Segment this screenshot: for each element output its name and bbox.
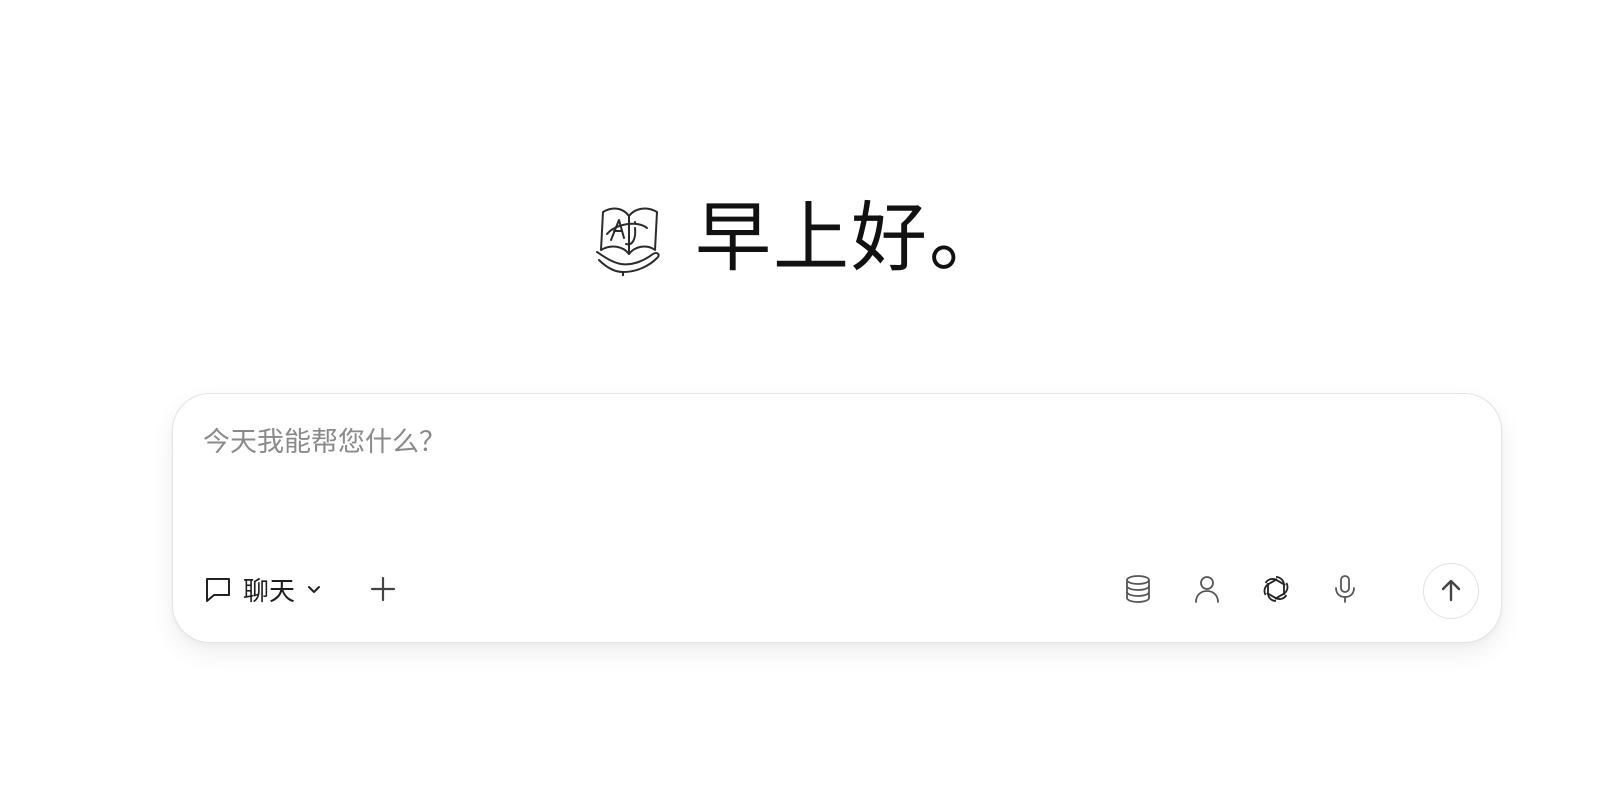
- persona-button[interactable]: [1187, 569, 1227, 609]
- add-attachment-button[interactable]: [363, 569, 403, 609]
- app-page: 早上好。 聊天: [0, 0, 1600, 806]
- knowledge-base-button[interactable]: [1118, 569, 1158, 609]
- aj-logo-icon: [593, 200, 665, 276]
- greeting-header: 早上好。: [0, 200, 1600, 276]
- prompt-input[interactable]: [203, 422, 1473, 462]
- mode-selector-button[interactable]: 聊天: [203, 569, 323, 609]
- openai-icon: [1260, 573, 1292, 605]
- chat-bubble-icon: [203, 574, 233, 604]
- microphone-icon: [1332, 574, 1358, 604]
- mode-label: 聊天: [243, 576, 296, 607]
- model-select-button[interactable]: [1256, 569, 1296, 609]
- arrow-up-icon: [1438, 578, 1464, 604]
- user-icon: [1193, 574, 1221, 604]
- chevron-down-icon: [305, 580, 323, 598]
- composer-toolbar: 聊天: [173, 559, 1501, 619]
- chat-composer: 聊天: [172, 393, 1502, 643]
- send-button[interactable]: [1423, 563, 1479, 619]
- greeting-title: 早上好。: [695, 193, 1007, 282]
- plus-icon: [369, 575, 397, 603]
- database-icon: [1124, 574, 1152, 604]
- voice-input-button[interactable]: [1325, 569, 1365, 609]
